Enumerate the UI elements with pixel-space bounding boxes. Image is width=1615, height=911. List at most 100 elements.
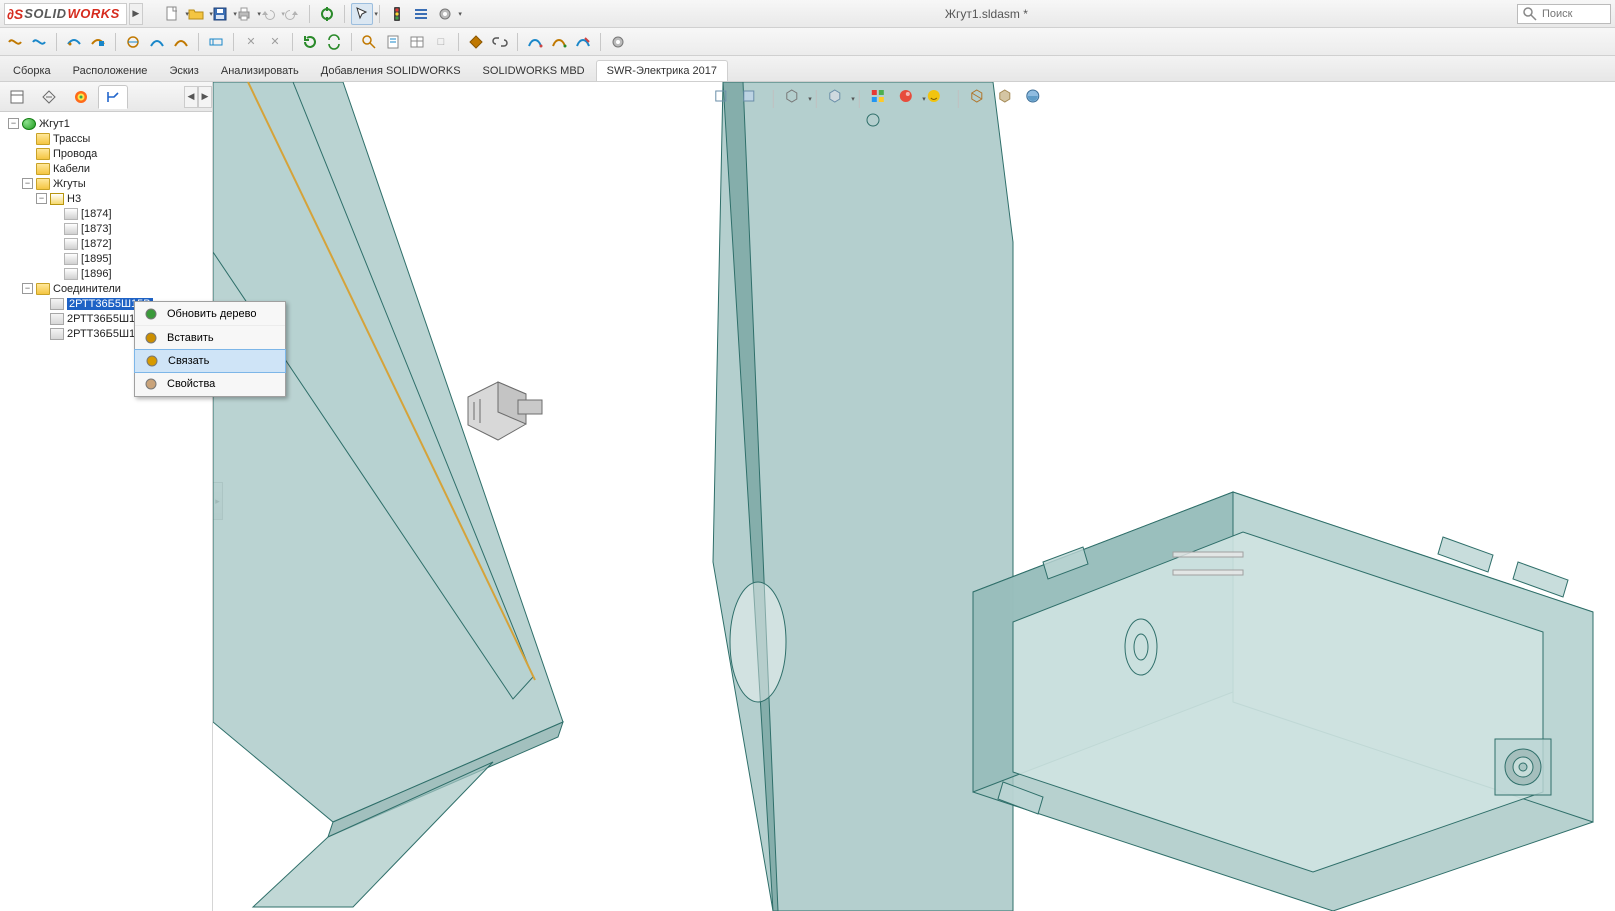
elec-tool-8[interactable] [205, 31, 227, 53]
elec-sync[interactable] [323, 31, 345, 53]
elec-table[interactable] [406, 31, 428, 53]
pin-icon [64, 238, 78, 250]
elec-tool-6[interactable] [146, 31, 168, 53]
connector-icon [50, 313, 64, 325]
folder-icon [36, 178, 50, 190]
select-button[interactable]: ▾ [351, 3, 373, 25]
cmd-tab[interactable]: Эскиз [158, 60, 209, 81]
tree-folder-connectors[interactable]: −Соединители [20, 281, 212, 296]
elec-path3[interactable] [572, 31, 594, 53]
elec-tool-2[interactable] [28, 31, 50, 53]
cmd-tab[interactable]: Расположение [62, 60, 159, 81]
print-button[interactable]: ▾ [233, 3, 255, 25]
view-hide-icon[interactable] [997, 88, 1019, 110]
tree-pin-item[interactable]: [1872] [48, 236, 212, 251]
tree-folder-wires[interactable]: Провода [20, 146, 212, 161]
cmd-tab[interactable]: SOLIDWORKS MBD [472, 60, 596, 81]
tree-harness[interactable]: −H3 [34, 191, 212, 206]
elec-path2[interactable] [548, 31, 570, 53]
save-button[interactable]: ▾ [209, 3, 231, 25]
elec-report[interactable] [382, 31, 404, 53]
model-rendering [213, 82, 1615, 911]
cmd-tab[interactable]: Добавления SOLIDWORKS [310, 60, 472, 81]
tree-pin-item[interactable]: [1873] [48, 221, 212, 236]
context-menu-label: Обновить дерево [167, 308, 256, 320]
elec-tool-7[interactable] [170, 31, 192, 53]
elec-tool-10[interactable]: ✕ [264, 31, 286, 53]
graphics-viewport[interactable]: ▸ [213, 82, 1615, 911]
elec-tool-9[interactable]: ✕ [240, 31, 262, 53]
search-input[interactable] [1542, 8, 1606, 20]
elec-path1[interactable] [524, 31, 546, 53]
context-menu-label: Свойства [167, 378, 215, 390]
folder-label: Трассы [53, 133, 90, 145]
folder-icon [36, 133, 50, 145]
view-section-icon[interactable] [969, 88, 991, 110]
open-document-button[interactable]: ▾ [185, 3, 207, 25]
panel-tab-dimxpert[interactable] [98, 85, 128, 109]
elec-gear[interactable] [607, 31, 629, 53]
pin-label: [1874] [81, 208, 112, 220]
context-menu-item[interactable]: Обновить дерево [135, 302, 285, 326]
elec-tool-1[interactable] [4, 31, 26, 53]
tree-folder-traces[interactable]: Трассы [20, 131, 212, 146]
elec-zoom[interactable] [358, 31, 380, 53]
cmd-tab[interactable]: SWR-Электрика 2017 [596, 60, 728, 81]
pin-icon [64, 268, 78, 280]
view-scene-icon[interactable] [870, 88, 892, 110]
view-decals-icon[interactable] [926, 88, 948, 110]
elec-diamond[interactable] [465, 31, 487, 53]
view-display-icon[interactable]: ▾ [827, 88, 849, 110]
cmd-tab[interactable]: Сборка [2, 60, 62, 81]
connector-icon [50, 298, 64, 310]
folder-icon [36, 148, 50, 160]
search-box[interactable] [1517, 4, 1611, 24]
options-list-icon[interactable] [410, 3, 432, 25]
context-menu-item[interactable]: Связать [134, 349, 286, 373]
pin-icon [64, 208, 78, 220]
elec-refresh[interactable] [299, 31, 321, 53]
elec-tool-4[interactable] [87, 31, 109, 53]
traffic-light-icon[interactable] [386, 3, 408, 25]
undo-button[interactable]: ▾ [257, 3, 279, 25]
context-menu-icon [143, 306, 159, 322]
pin-label: [1873] [81, 223, 112, 235]
settings-gear-icon[interactable]: ▾ [434, 3, 456, 25]
panel-nav-next[interactable]: ▶ [198, 86, 212, 108]
view-render-icon[interactable] [1025, 88, 1047, 110]
panel-tab-property[interactable] [34, 85, 64, 109]
cmd-tab[interactable]: Анализировать [210, 60, 310, 81]
tree-pin-item[interactable]: [1895] [48, 251, 212, 266]
context-menu-label: Связать [168, 355, 209, 367]
context-menu-item[interactable]: Свойства [135, 372, 285, 396]
folder-label: Жгуты [53, 178, 86, 190]
harness-label: H3 [67, 193, 81, 205]
new-document-button[interactable]: ▾ [161, 3, 183, 25]
panel-nav-prev[interactable]: ◀ [184, 86, 198, 108]
panel-tab-config[interactable] [66, 85, 96, 109]
tree-root-label: Жгут1 [39, 118, 70, 130]
harness-icon [50, 193, 64, 205]
view-zoomarea-icon[interactable] [741, 88, 763, 110]
tree-folder-cables[interactable]: Кабели [20, 161, 212, 176]
feature-manager-panel: ◀ ▶ − Жгут1 Трассы Провода Кабели −Жгу [0, 82, 213, 911]
view-appearance-icon[interactable]: ▾ [898, 88, 920, 110]
feature-tree[interactable]: − Жгут1 Трассы Провода Кабели −Жгуты −H3 [0, 112, 212, 911]
elec-tool-5[interactable] [122, 31, 144, 53]
panel-tab-feature-tree[interactable] [2, 85, 32, 109]
menu-expand-button[interactable]: ▶ [129, 3, 143, 25]
tree-root[interactable]: − Жгут1 [6, 116, 212, 131]
elec-tool-dim[interactable]: □ [430, 31, 452, 53]
tree-pin-item[interactable]: [1874] [48, 206, 212, 221]
redo-button[interactable] [281, 3, 303, 25]
tree-folder-harnesses[interactable]: −Жгуты [20, 176, 212, 191]
context-menu-item[interactable]: Вставить [135, 326, 285, 350]
elec-link[interactable] [489, 31, 511, 53]
view-orientation-icon[interactable]: ▾ [784, 88, 806, 110]
search-icon [1522, 6, 1538, 22]
tree-pin-item[interactable]: [1896] [48, 266, 212, 281]
elec-tool-3[interactable] [63, 31, 85, 53]
view-zoomfit-icon[interactable] [713, 88, 735, 110]
pin-icon [64, 253, 78, 265]
rebuild-button[interactable] [316, 3, 338, 25]
